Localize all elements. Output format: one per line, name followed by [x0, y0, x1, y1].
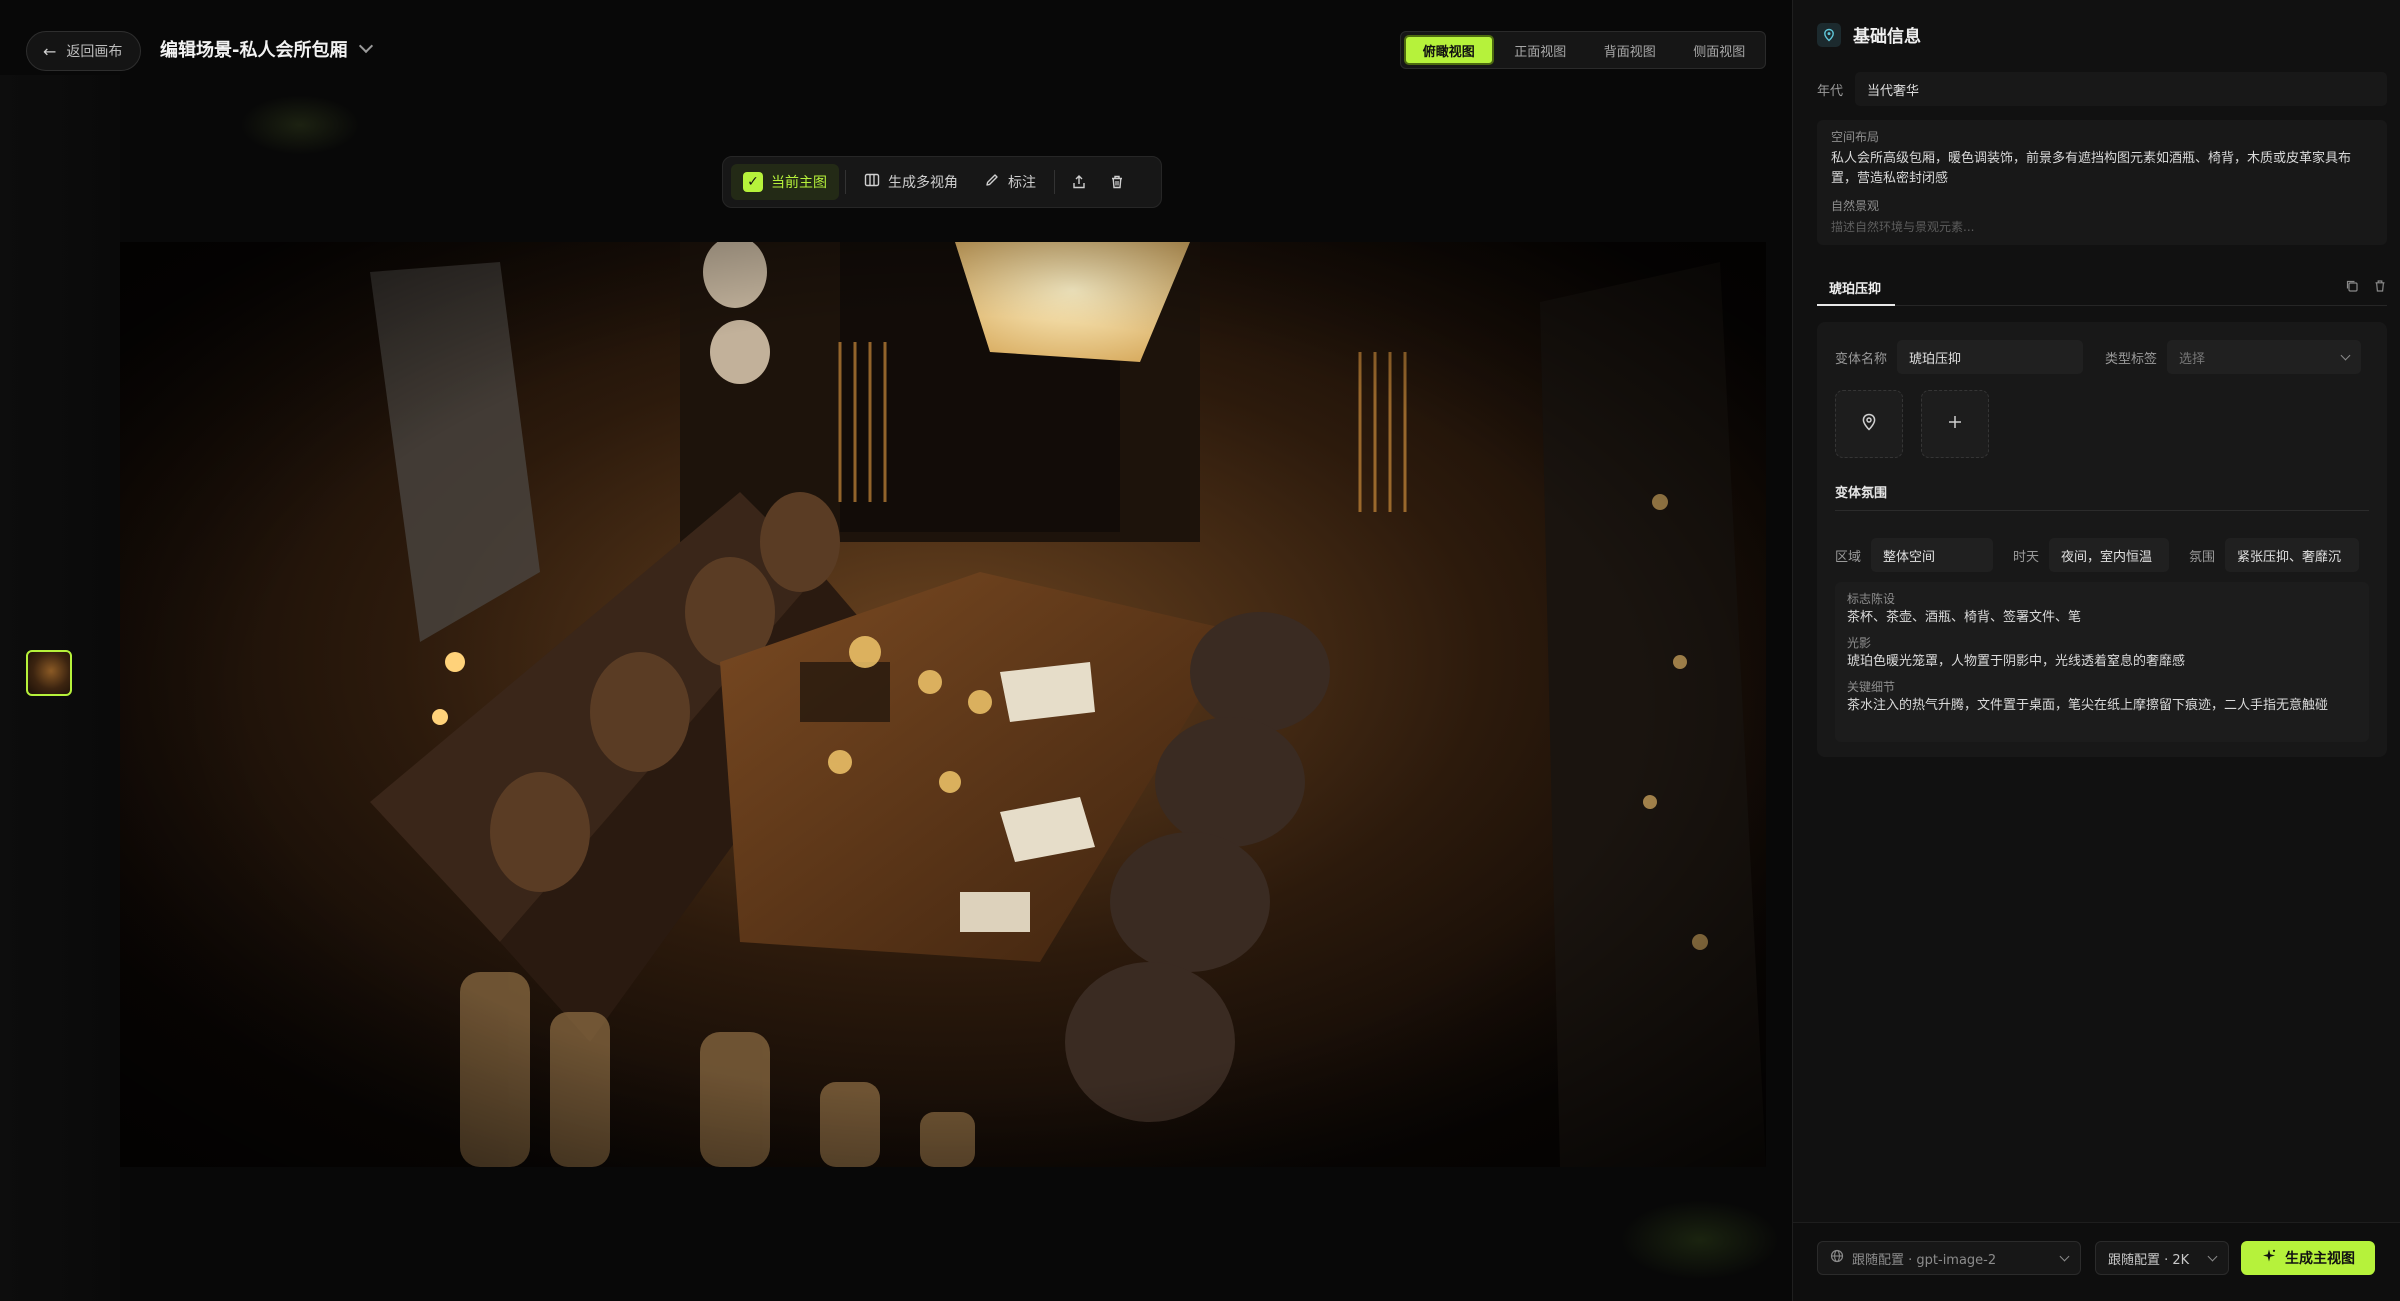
location-pin-icon: [1859, 412, 1879, 436]
variant-name-input[interactable]: 琥珀压抑: [1897, 340, 2084, 374]
canvas-glow: [240, 95, 360, 155]
era-field[interactable]: 当代奢华: [1855, 72, 2387, 106]
toolbar-divider: [845, 170, 846, 194]
key-detail-label: 关键细节: [1847, 680, 1896, 694]
region-field[interactable]: 整体空间: [1871, 538, 1994, 572]
back-to-canvas-button[interactable]: ← 返回画布: [26, 31, 142, 71]
trash-icon[interactable]: [1099, 164, 1135, 200]
sparkle-icon: [2261, 1248, 2277, 1268]
variant-tabs: 琥珀压抑: [1817, 274, 2387, 306]
era-label: 年代: [1817, 83, 1844, 99]
toolbar-divider: [1054, 170, 1055, 194]
mood-row: 氛围 紧张压抑、奢靡沉: [2189, 538, 2360, 572]
era-row: 年代 当代奢华: [1817, 72, 2387, 106]
panel-title: 基础信息: [1853, 27, 1921, 47]
resolution-select[interactable]: 跟随配置 · 2K: [2095, 1241, 2229, 1275]
annotate-button[interactable]: 标注: [972, 164, 1048, 200]
key-detail-text: 茶水注入的热气升腾，文件置于桌面，笔尖在纸上摩擦留下痕迹，二人手指无意触碰: [1847, 698, 2329, 713]
mood-field[interactable]: 紧张压抑、奢靡沉: [2225, 538, 2360, 572]
annotate-label: 标注: [1008, 175, 1036, 191]
landscape-label: 自然景观: [1831, 199, 1880, 213]
props-label: 标志陈设: [1847, 592, 1896, 606]
multi-view-label: 生成多视角: [888, 175, 958, 191]
copy-icon[interactable]: [2345, 278, 2359, 297]
type-tag-placeholder: 选择: [2179, 351, 2206, 367]
plus-icon: [1946, 413, 1964, 435]
generate-label: 生成主视图: [2285, 1251, 2355, 1267]
add-location-button[interactable]: [1835, 390, 1903, 458]
columns-icon: [864, 172, 880, 192]
region-label: 区域: [1835, 549, 1862, 565]
chevron-down-icon: [2207, 1251, 2218, 1261]
view-tabs: 俯瞰视图 正面视图 背面视图 侧面视图: [1400, 31, 1766, 69]
add-item-button[interactable]: [1921, 390, 1989, 458]
chevron-down-icon: [2059, 1251, 2070, 1261]
time-row: 时天 夜间，室内恒温: [2013, 538, 2170, 572]
trash-icon[interactable]: [2373, 278, 2387, 297]
tab-top-view[interactable]: 俯瞰视图: [1404, 35, 1494, 65]
scene-thumbnail[interactable]: [26, 650, 72, 696]
light-text: 琥珀色暖光笼罩，人物置于阴影中，光线透着窒息的奢靡感: [1847, 654, 2186, 669]
page-title: 编辑场景-私人会所包厢: [160, 40, 348, 61]
current-main-button[interactable]: ✓ 当前主图: [731, 164, 839, 200]
region-row: 区域 整体空间: [1835, 538, 1994, 572]
layout-section[interactable]: 空间布局 私人会所高级包厢，暖色调装饰，前景多有遮挡构图元素如酒瓶、椅背，木质或…: [1817, 120, 2387, 245]
pencil-icon: [984, 172, 1000, 192]
time-label: 时天: [2013, 549, 2040, 565]
generate-multi-view-button[interactable]: 生成多视角: [852, 164, 970, 200]
current-main-label: 当前主图: [771, 175, 827, 191]
generation-bar: 跟随配置 · gpt-image-2 跟随配置 · 2K 生成主视图: [1793, 1222, 2400, 1301]
panel-header: 基础信息: [1817, 22, 1921, 47]
mood-label: 氛围: [2189, 549, 2216, 565]
layout-text: 私人会所高级包厢，暖色调装饰，前景多有遮挡构图元素如酒瓶、椅背，木质或皮革家具布…: [1831, 151, 2352, 186]
props-text: 茶杯、茶壶、酒瓶、椅背、签署文件、笔: [1847, 610, 2082, 625]
canvas-area: ← 返回画布 编辑场景-私人会所包厢 俯瞰视图 正面视图 背面视图 侧面视图 ✓…: [0, 0, 1792, 1301]
canvas-glow: [1620, 1200, 1780, 1280]
scene-illustration: [120, 242, 1766, 1167]
light-label: 光影: [1847, 636, 1872, 650]
tab-back-view[interactable]: 背面视图: [1587, 35, 1673, 65]
variant-name-row: 变体名称 琥珀压抑: [1835, 340, 2084, 374]
tab-front-view[interactable]: 正面视图: [1498, 35, 1584, 65]
atmosphere-title: 变体氛围: [1835, 486, 1888, 501]
variant-name-label: 变体名称: [1835, 351, 1888, 367]
time-field[interactable]: 夜间，室内恒温: [2049, 538, 2170, 572]
tab-side-view[interactable]: 侧面视图: [1677, 35, 1763, 65]
globe-icon: [1830, 1249, 1844, 1267]
type-tag-select[interactable]: 选择: [2167, 340, 2362, 374]
model-select[interactable]: 跟随配置 · gpt-image-2: [1817, 1241, 2081, 1275]
variant-tab-actions: [2345, 278, 2387, 297]
main-scene-image: [120, 242, 1766, 1167]
share-icon[interactable]: [1061, 164, 1097, 200]
check-icon: ✓: [743, 172, 763, 192]
scene-title-dropdown[interactable]: 编辑场景-私人会所包厢: [160, 36, 374, 62]
tab-variant-amber[interactable]: 琥珀压抑: [1817, 274, 1895, 306]
generate-main-view-button[interactable]: 生成主视图: [2241, 1241, 2375, 1275]
location-pin-icon: [1817, 22, 1841, 47]
properties-panel: 基础信息 年代 当代奢华 空间布局 私人会所高级包厢，暖色调装饰，前景多有遮挡构…: [1792, 0, 2400, 1301]
model-label: 跟随配置 · gpt-image-2: [1852, 1252, 1997, 1268]
chevron-down-icon: [2340, 350, 2351, 360]
back-label: 返回画布: [66, 44, 123, 60]
type-tag-label: 类型标签: [2105, 351, 2158, 367]
layout-label: 空间布局: [1831, 130, 1880, 144]
landscape-placeholder: 描述自然环境与景观元素...: [1831, 220, 1975, 234]
type-tag-row: 类型标签 选择: [2105, 340, 2362, 374]
arrow-left-icon: ←: [43, 41, 57, 61]
variant-details[interactable]: 标志陈设 茶杯、茶壶、酒瓶、椅背、签署文件、笔 光影 琥珀色暖光笼罩，人物置于阴…: [1835, 582, 2369, 742]
chevron-down-icon: [359, 38, 374, 54]
variant-card: 变体名称 琥珀压抑 类型标签 选择 变体氛围 区域 整体空间 时天 夜间，室内恒…: [1817, 322, 2387, 757]
image-toolbar: ✓ 当前主图 生成多视角 标注: [722, 156, 1162, 208]
atmosphere-divider: [1835, 510, 2369, 511]
resolution-label: 跟随配置 · 2K: [2108, 1252, 2190, 1268]
